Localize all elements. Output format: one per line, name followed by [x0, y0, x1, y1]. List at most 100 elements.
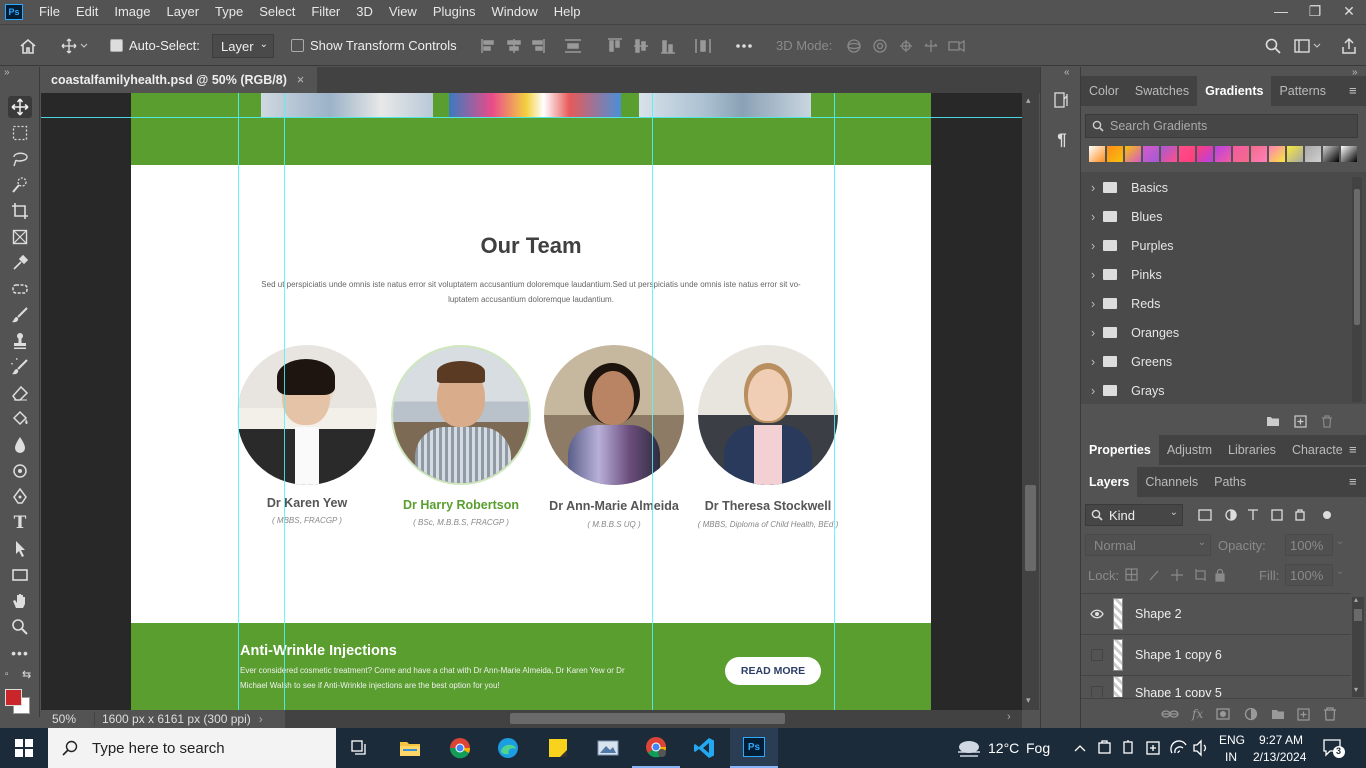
- chrome-icon[interactable]: [436, 728, 484, 768]
- edge-icon[interactable]: [484, 728, 532, 768]
- layers-scrollbar[interactable]: ▴ ▾: [1352, 595, 1364, 697]
- photos-app-icon[interactable]: [584, 728, 632, 768]
- photoshop-taskbar-icon[interactable]: Ps: [730, 728, 778, 768]
- tab-layers[interactable]: Layers: [1081, 467, 1138, 497]
- gradients-panel-menu-icon[interactable]: ≡: [1349, 83, 1357, 98]
- canvas-area[interactable]: Our Team Sed ut perspiciatis unde omnis …: [41, 93, 1022, 710]
- menu-3d[interactable]: 3D: [348, 0, 381, 24]
- menu-type[interactable]: Type: [207, 0, 251, 24]
- layer-filter-icons[interactable]: [1197, 508, 1337, 522]
- gradient-swatch[interactable]: [1125, 146, 1141, 162]
- guide-vertical[interactable]: [834, 93, 835, 710]
- paragraph-panel-icon[interactable]: ¶: [1051, 129, 1073, 151]
- tab-channels[interactable]: Channels: [1137, 467, 1206, 497]
- zoom-tool-icon[interactable]: [8, 616, 32, 638]
- folder-oranges[interactable]: › Oranges: [1091, 318, 1179, 347]
- rectangle-tool-icon[interactable]: [8, 564, 32, 586]
- show-transform-checkbox[interactable]: [291, 39, 304, 52]
- gradient-list-scrollbar[interactable]: [1352, 177, 1362, 402]
- status-menu-icon[interactable]: ›: [259, 712, 263, 726]
- lock-icons[interactable]: [1125, 568, 1225, 582]
- close-tab-icon[interactable]: ×: [297, 73, 304, 87]
- layer-row[interactable]: Shape 2: [1081, 593, 1351, 633]
- clone-stamp-tool-icon[interactable]: [8, 330, 32, 352]
- vertical-scroll-thumb[interactable]: [1025, 485, 1036, 571]
- gradient-swatch[interactable]: [1197, 146, 1213, 162]
- guide-vertical[interactable]: [652, 93, 653, 710]
- chevron-down-icon[interactable]: ⌄: [1336, 566, 1344, 577]
- task-view-icon[interactable]: [336, 728, 384, 768]
- new-group-icon[interactable]: [1266, 415, 1280, 427]
- properties-panel-menu-icon[interactable]: ≡: [1349, 442, 1357, 457]
- new-gradient-icon[interactable]: [1294, 414, 1307, 428]
- weather-desc[interactable]: Fog: [1026, 740, 1050, 756]
- folder-greens[interactable]: › Greens: [1091, 347, 1172, 376]
- blur-tool-icon[interactable]: [8, 434, 32, 456]
- sticky-notes-icon[interactable]: [534, 728, 582, 768]
- lasso-tool-icon[interactable]: [8, 148, 32, 170]
- gradient-swatch[interactable]: [1269, 146, 1285, 162]
- weather-icon[interactable]: [955, 735, 985, 761]
- more-tools-icon[interactable]: •••: [8, 642, 32, 664]
- home-icon[interactable]: [16, 35, 40, 57]
- quick-selection-tool-icon[interactable]: [8, 174, 32, 196]
- menu-window[interactable]: Window: [483, 0, 545, 24]
- tab-libraries[interactable]: Libraries: [1220, 435, 1284, 465]
- eyedropper-tool-icon[interactable]: [8, 252, 32, 274]
- guide-horizontal[interactable]: [41, 117, 1022, 118]
- history-brush-tool-icon[interactable]: [8, 356, 32, 378]
- search-icon[interactable]: [1262, 35, 1284, 57]
- tab-properties[interactable]: Properties: [1081, 435, 1159, 465]
- menu-view[interactable]: View: [381, 0, 425, 24]
- healing-brush-tool-icon[interactable]: [8, 278, 32, 300]
- menu-layer[interactable]: Layer: [159, 0, 208, 24]
- vscode-icon[interactable]: [680, 728, 728, 768]
- tab-adjustments[interactable]: Adjustm: [1159, 435, 1220, 465]
- tab-patterns[interactable]: Patterns: [1271, 76, 1334, 106]
- scroll-down-icon[interactable]: ▾: [1026, 695, 1031, 706]
- tab-character[interactable]: Characte: [1284, 435, 1351, 465]
- guide-vertical[interactable]: [284, 93, 285, 710]
- gradient-swatch[interactable]: [1251, 146, 1267, 162]
- menu-plugins[interactable]: Plugins: [425, 0, 484, 24]
- gradient-swatch[interactable]: [1341, 146, 1357, 162]
- frame-tool-icon[interactable]: [8, 226, 32, 248]
- keyboard-lang-2[interactable]: IN: [1225, 750, 1237, 764]
- folder-reds[interactable]: › Reds: [1091, 289, 1160, 318]
- windows-start-icon[interactable]: [0, 728, 48, 768]
- close-window-icon[interactable]: ✕: [1332, 0, 1366, 22]
- layer-row[interactable]: Shape 1 copy 5: [1081, 675, 1351, 697]
- gradient-swatch[interactable]: [1287, 146, 1303, 162]
- folder-grays[interactable]: › Grays: [1091, 376, 1165, 405]
- menu-help[interactable]: Help: [546, 0, 589, 24]
- 3d-mode-icons[interactable]: [845, 37, 970, 55]
- chevron-down-icon[interactable]: ⌄: [1336, 536, 1344, 547]
- scroll-up-icon[interactable]: ▴: [1026, 95, 1031, 106]
- path-selection-tool-icon[interactable]: [8, 538, 32, 560]
- layer-name[interactable]: Shape 1 copy 6: [1135, 648, 1222, 662]
- auto-select-checkbox[interactable]: [110, 39, 123, 52]
- gradient-swatch[interactable]: [1323, 146, 1339, 162]
- share-icon[interactable]: [1338, 35, 1360, 57]
- vertical-scrollbar[interactable]: ▴ ▾: [1022, 93, 1039, 710]
- workspace-icon[interactable]: [1292, 35, 1324, 57]
- gradient-swatch[interactable]: [1233, 146, 1249, 162]
- menu-select[interactable]: Select: [251, 0, 303, 24]
- swap-colors-icon[interactable]: ⇆: [22, 668, 31, 681]
- read-more-button[interactable]: READ MORE: [725, 657, 821, 685]
- gradient-swatch[interactable]: [1107, 146, 1123, 162]
- gradient-swatch[interactable]: [1305, 146, 1321, 162]
- tab-paths[interactable]: Paths: [1206, 467, 1254, 497]
- layer-name[interactable]: Shape 2: [1135, 607, 1182, 621]
- fill-field[interactable]: 100%: [1285, 564, 1333, 586]
- eraser-tool-icon[interactable]: [8, 382, 32, 404]
- minimize-icon[interactable]: —: [1264, 0, 1298, 22]
- gradient-swatch[interactable]: [1143, 146, 1159, 162]
- foreground-color-swatch[interactable]: [5, 689, 22, 706]
- tab-swatches[interactable]: Swatches: [1127, 76, 1197, 106]
- crop-tool-icon[interactable]: [8, 200, 32, 222]
- layer-row[interactable]: Shape 1 copy 6: [1081, 634, 1351, 674]
- keyboard-lang-1[interactable]: ENG: [1219, 733, 1245, 747]
- delete-gradient-icon[interactable]: [1321, 414, 1333, 428]
- hand-tool-icon[interactable]: [8, 590, 32, 612]
